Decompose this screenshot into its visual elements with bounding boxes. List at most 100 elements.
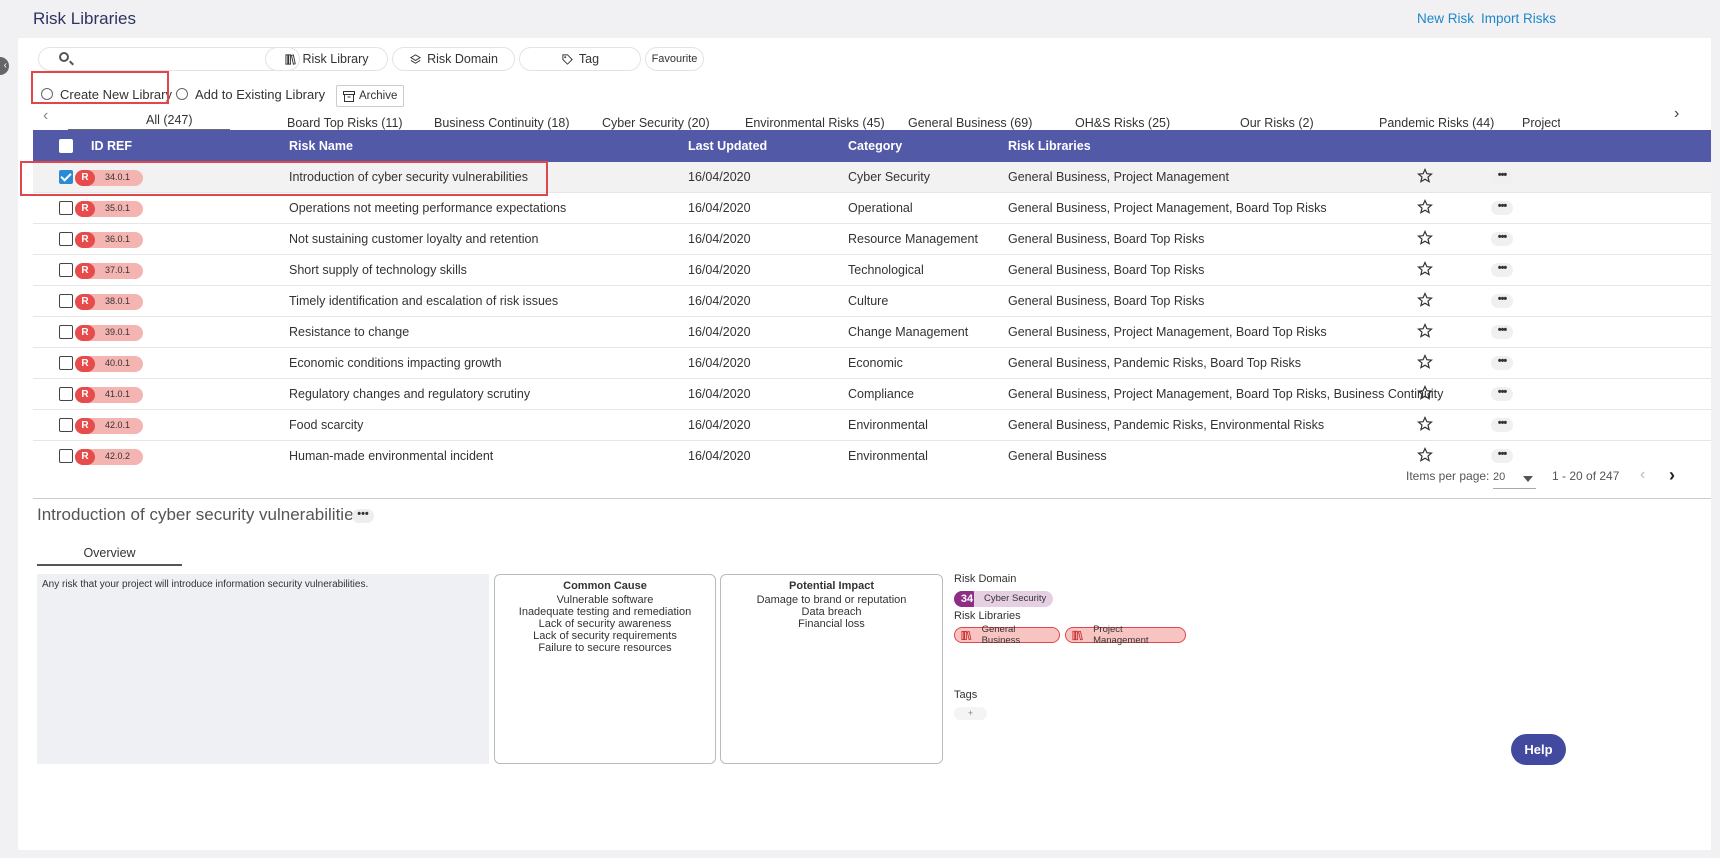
import-risks-link[interactable]: Import Risks xyxy=(1481,11,1556,26)
row-checkbox[interactable] xyxy=(59,201,73,215)
library-chip-general-business[interactable]: General Business xyxy=(954,624,1060,646)
risk-domain-badge[interactable]: 34 Cyber Security xyxy=(954,591,1054,607)
last-updated: 16/04/2020 xyxy=(688,387,751,401)
risk-libraries: General Business xyxy=(1008,449,1107,463)
risk-type-badge: R xyxy=(75,325,95,341)
star-outline-icon[interactable] xyxy=(1417,261,1433,277)
row-checkbox[interactable] xyxy=(59,356,73,370)
tab-ohs-risks[interactable]: OH&S Risks (25) xyxy=(1075,116,1170,130)
help-button[interactable]: Help xyxy=(1511,734,1566,765)
star-outline-icon[interactable] xyxy=(1417,199,1433,215)
category: Economic xyxy=(848,356,903,370)
create-new-library-option[interactable]: Create New Library xyxy=(41,81,172,107)
search-input[interactable] xyxy=(79,51,289,69)
risk-name: Food scarcity xyxy=(289,418,364,432)
column-risk-name[interactable]: Risk Name xyxy=(289,139,353,153)
more-horizontal-icon[interactable]: ••• xyxy=(1491,418,1513,432)
star-outline-icon[interactable] xyxy=(1417,323,1433,339)
row-checkbox[interactable] xyxy=(59,325,73,339)
star-outline-icon[interactable] xyxy=(1417,385,1433,401)
risk-library-filter-label: Risk Library xyxy=(302,52,369,66)
more-horizontal-icon[interactable]: ••• xyxy=(1491,232,1513,246)
table-row[interactable]: R 38.0.1 Timely identification and escala… xyxy=(33,286,1711,317)
favourite-filter[interactable]: Favourite xyxy=(645,47,704,71)
risk-domain-label: Risk Domain xyxy=(954,573,1017,585)
tab-cyber-security[interactable]: Cyber Security (20) xyxy=(602,116,710,130)
radio-unchecked-icon[interactable] xyxy=(176,88,188,100)
tags-label: Tags xyxy=(954,689,978,701)
last-updated: 16/04/2020 xyxy=(688,449,751,463)
table-row[interactable]: R 42.0.2 Human-made environmental inciden… xyxy=(33,441,1711,468)
tab-pandemic-risks[interactable]: Pandemic Risks (44) xyxy=(1379,116,1494,130)
risk-name: Economic conditions impacting growth xyxy=(289,356,502,370)
archive-button[interactable]: Archive xyxy=(336,85,405,107)
create-new-library-label: Create New Library xyxy=(60,86,172,102)
common-cause-title: Common Cause xyxy=(563,580,647,592)
table-row[interactable]: R 36.0.1 Not sustaining customer loyalty … xyxy=(33,224,1711,255)
more-horizontal-icon[interactable]: ••• xyxy=(1491,325,1513,339)
library-chip-project-management[interactable]: Project Management xyxy=(1065,624,1186,646)
more-horizontal-icon[interactable]: ••• xyxy=(1491,356,1513,370)
tabs-prev-arrow[interactable]: ‹ xyxy=(43,107,48,125)
last-updated: 16/04/2020 xyxy=(688,356,751,370)
row-checkbox[interactable] xyxy=(59,170,73,184)
add-tag-button[interactable]: + xyxy=(954,707,987,720)
archive-label: Archive xyxy=(359,90,398,102)
star-outline-icon[interactable] xyxy=(1417,447,1433,463)
table-row[interactable]: R 34.0.1 Introduction of cyber security v… xyxy=(33,162,1711,193)
risk-libraries: General Business, Pandemic Risks, Enviro… xyxy=(1008,418,1325,432)
radio-unchecked-icon[interactable] xyxy=(41,88,53,100)
table-row[interactable]: R 35.0.1 Operations not meeting performan… xyxy=(33,193,1711,224)
more-horizontal-icon[interactable]: ••• xyxy=(1491,263,1513,277)
column-id-ref[interactable]: ID REF xyxy=(91,139,132,153)
column-last-updated[interactable]: Last Updated xyxy=(688,139,767,153)
row-checkbox[interactable] xyxy=(59,232,73,246)
favourite-filter-label: Favourite xyxy=(651,53,698,65)
dropdown-caret-icon xyxy=(1523,476,1533,482)
tab-board-top-risks[interactable]: Board Top Risks (11) xyxy=(287,116,403,130)
tab-environmental-risks[interactable]: Environmental Risks (45) xyxy=(745,116,885,130)
column-risk-libraries[interactable]: Risk Libraries xyxy=(1008,139,1091,153)
star-outline-icon[interactable] xyxy=(1417,230,1433,246)
more-horizontal-icon[interactable]: ••• xyxy=(1491,387,1513,401)
tab-overview[interactable]: Overview xyxy=(37,546,182,560)
more-horizontal-icon[interactable]: ••• xyxy=(1491,170,1513,184)
column-category[interactable]: Category xyxy=(848,139,902,153)
table-row[interactable]: R 42.0.1 Food scarcity 16/04/2020 Environ… xyxy=(33,410,1711,441)
tab-project[interactable]: Project xyxy=(1522,116,1560,130)
table-row[interactable]: R 41.0.1 Regulatory changes and regulator… xyxy=(33,379,1711,410)
select-all-checkbox[interactable] xyxy=(59,139,73,153)
row-checkbox[interactable] xyxy=(59,418,73,432)
search-bar[interactable] xyxy=(38,47,300,71)
tag-filter[interactable]: Tag xyxy=(519,47,641,71)
more-horizontal-icon[interactable]: ••• xyxy=(1491,294,1513,308)
risk-domain-filter[interactable]: Risk Domain xyxy=(392,47,515,71)
tab-our-risks[interactable]: Our Risks (2) xyxy=(1240,116,1314,130)
star-outline-icon[interactable] xyxy=(1417,416,1433,432)
tab-business-continuity[interactable]: Business Continuity (18) xyxy=(434,116,569,130)
more-horizontal-icon[interactable]: ••• xyxy=(352,509,374,523)
risk-library-filter[interactable]: Risk Library xyxy=(265,47,388,71)
star-outline-icon[interactable] xyxy=(1417,292,1433,308)
new-risk-link[interactable]: New Risk xyxy=(1417,11,1474,26)
more-horizontal-icon[interactable]: ••• xyxy=(1491,449,1513,463)
risk-name: Introduction of cyber security vulnerabi… xyxy=(289,170,529,184)
row-checkbox[interactable] xyxy=(59,449,73,463)
items-per-page-select[interactable]: 20 xyxy=(1493,471,1536,489)
archive-icon xyxy=(343,90,355,102)
table-row[interactable]: R 37.0.1 Short supply of technology skill… xyxy=(33,255,1711,286)
table-row[interactable]: R 39.0.1 Resistance to change 16/04/2020 … xyxy=(33,317,1711,348)
row-checkbox[interactable] xyxy=(59,263,73,277)
tab-all[interactable]: All (247) xyxy=(146,113,193,127)
table-row[interactable]: R 40.0.1 Economic conditions impacting gr… xyxy=(33,348,1711,379)
row-checkbox[interactable] xyxy=(59,387,73,401)
more-horizontal-icon[interactable]: ••• xyxy=(1491,201,1513,215)
row-checkbox[interactable] xyxy=(59,294,73,308)
star-outline-icon[interactable] xyxy=(1417,354,1433,370)
next-page-icon[interactable]: › xyxy=(1669,465,1675,486)
tab-general-business[interactable]: General Business (69) xyxy=(908,116,1032,130)
star-outline-icon[interactable] xyxy=(1417,168,1433,184)
add-to-existing-library-option[interactable]: Add to Existing Library xyxy=(176,81,325,107)
collapse-sidebar-handle[interactable]: ‹ xyxy=(0,57,9,75)
prev-page-icon[interactable]: ‹ xyxy=(1640,466,1645,484)
